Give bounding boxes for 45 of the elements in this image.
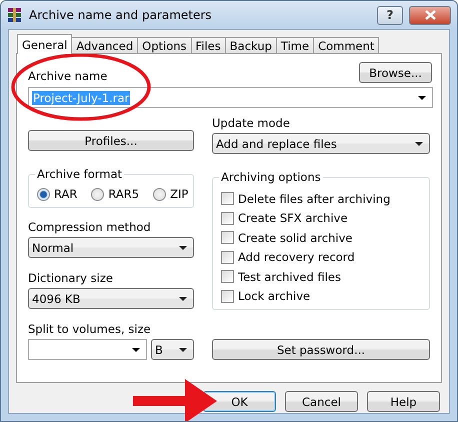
compression-method-dropdown[interactable]: Normal bbox=[28, 237, 194, 258]
field-label: Compression method bbox=[28, 220, 152, 234]
tab[interactable]: Options bbox=[137, 37, 192, 54]
checkbox[interactable]: Add recovery record bbox=[221, 248, 421, 267]
radio-button[interactable]: ZIP bbox=[153, 187, 188, 201]
update-mode-dropdown[interactable]: Add and replace files bbox=[212, 133, 430, 154]
dialog-button[interactable]: OK bbox=[203, 391, 276, 412]
browse-button[interactable]: Browse... bbox=[359, 62, 432, 83]
field-label: Update mode bbox=[212, 116, 291, 130]
close-button[interactable] bbox=[409, 6, 451, 24]
field-label: Archive name bbox=[28, 69, 108, 83]
checkbox[interactable]: Create solid archive bbox=[221, 228, 421, 248]
tab[interactable]: Files bbox=[190, 37, 226, 54]
dropdown-caret-icon bbox=[418, 96, 426, 100]
dialog-button[interactable]: Help bbox=[367, 391, 440, 412]
window-title: Archive name and parameters bbox=[29, 8, 213, 22]
tab[interactable]: Comment bbox=[313, 37, 380, 54]
dictionary-size-dropdown[interactable]: 4096 KB bbox=[28, 288, 194, 309]
radio-button[interactable]: RAR bbox=[37, 187, 78, 201]
dialog-button[interactable]: Cancel bbox=[285, 391, 358, 412]
dropdown-caret-icon bbox=[179, 296, 187, 300]
checkbox[interactable]: Lock archive bbox=[221, 286, 421, 306]
help-button[interactable]: ? bbox=[377, 6, 403, 24]
dropdown-caret-icon bbox=[415, 142, 423, 146]
dropdown-caret-icon bbox=[132, 348, 140, 352]
tab[interactable]: Backup bbox=[224, 37, 277, 54]
group-title: Archiving options bbox=[219, 170, 323, 184]
radio-button[interactable]: RAR5 bbox=[91, 187, 140, 201]
checkbox[interactable]: Create SFX archive bbox=[221, 208, 421, 228]
archive-books-icon bbox=[7, 7, 23, 23]
dropdown-caret-icon bbox=[179, 246, 187, 250]
group-title: Archive format bbox=[35, 167, 124, 181]
checkbox[interactable]: Delete files after archiving bbox=[221, 189, 421, 208]
set-password-button[interactable]: Set password... bbox=[212, 339, 430, 360]
tab[interactable]: General bbox=[17, 34, 72, 54]
checkbox[interactable]: Test archived files bbox=[221, 267, 421, 286]
profiles-button[interactable]: Profiles... bbox=[28, 130, 194, 151]
close-icon bbox=[424, 10, 436, 20]
size-unit-dropdown[interactable]: B bbox=[151, 339, 194, 360]
tab[interactable]: Time bbox=[276, 37, 314, 54]
dropdown-caret-icon bbox=[179, 348, 187, 352]
field-label: Dictionary size bbox=[28, 271, 114, 285]
split-size-field[interactable] bbox=[28, 339, 147, 360]
tab[interactable]: Advanced bbox=[71, 37, 138, 54]
field-label: Split to volumes, size bbox=[28, 322, 152, 336]
